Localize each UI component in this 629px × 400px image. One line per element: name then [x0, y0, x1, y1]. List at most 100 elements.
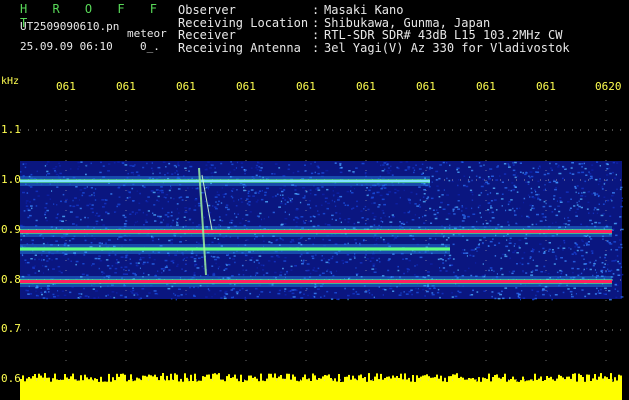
signal-level-spike	[98, 381, 100, 384]
noise-speck	[310, 172, 314, 175]
noise-speck	[467, 215, 470, 218]
noise-speck	[193, 272, 196, 274]
noise-speck	[51, 190, 53, 192]
noise-speck	[380, 187, 383, 190]
noise-speck	[316, 288, 320, 290]
noise-speck	[86, 204, 90, 207]
noise-speck	[307, 203, 310, 206]
noise-speck	[279, 271, 283, 273]
noise-speck	[478, 194, 481, 196]
noise-speck	[347, 218, 351, 220]
noise-speck	[283, 189, 286, 191]
noise-speck	[431, 175, 434, 178]
noise-speck	[185, 196, 189, 198]
noise-speck	[416, 264, 419, 266]
noise-speck	[235, 291, 239, 293]
noise-speck	[220, 162, 223, 165]
noise-speck	[270, 242, 273, 244]
noise-speck	[409, 210, 411, 213]
noise-speck	[606, 263, 609, 266]
noise-speck	[512, 270, 515, 273]
noise-speck	[492, 187, 496, 189]
noise-speck	[371, 268, 375, 270]
noise-speck	[139, 257, 142, 259]
noise-speck	[512, 251, 515, 254]
freq-tick-label: 0.9	[1, 223, 21, 236]
noise-speck	[383, 203, 386, 206]
noise-speck	[430, 222, 433, 224]
noise-speck	[151, 162, 153, 164]
noise-speck	[45, 217, 47, 219]
noise-speck	[148, 254, 151, 256]
noise-speck	[157, 215, 159, 218]
noise-speck	[212, 272, 216, 275]
noise-speck	[300, 287, 303, 289]
noise-speck	[437, 189, 440, 192]
noise-speck	[176, 265, 179, 267]
noise-speck	[418, 204, 421, 206]
signal-level-spike	[362, 378, 364, 384]
noise-speck	[255, 174, 258, 177]
noise-speck	[94, 290, 98, 292]
noise-speck	[276, 239, 279, 241]
noise-speck	[493, 199, 497, 201]
signal-level-spike	[260, 373, 262, 384]
noise-speck	[106, 265, 110, 267]
noise-speck	[279, 237, 282, 239]
noise-speck	[575, 191, 577, 194]
noise-speck	[439, 267, 441, 269]
carrier-band	[20, 280, 612, 283]
signal-level-spike	[226, 376, 228, 384]
noise-speck	[527, 262, 530, 265]
signal-level-spike	[286, 373, 288, 384]
signal-level-spike	[318, 378, 320, 384]
noise-speck	[35, 219, 38, 222]
noise-speck	[523, 201, 525, 204]
noise-speck	[209, 211, 212, 214]
noise-speck	[151, 263, 155, 265]
noise-speck	[488, 269, 490, 272]
signal-level-spike	[556, 378, 558, 384]
noise-speck	[184, 270, 187, 272]
noise-speck	[187, 187, 189, 189]
noise-speck	[325, 169, 329, 172]
signal-level-spike	[242, 382, 244, 384]
noise-speck	[223, 196, 225, 198]
noise-speck	[611, 260, 613, 262]
noise-speck	[539, 199, 542, 201]
noise-speck	[461, 210, 463, 212]
noise-speck	[479, 165, 483, 167]
noise-speck	[588, 212, 590, 214]
noise-speck	[519, 296, 521, 299]
noise-speck	[352, 171, 355, 173]
noise-speck	[523, 251, 526, 254]
signal-level-spike	[480, 381, 482, 384]
noise-speck	[544, 271, 547, 273]
noise-speck	[537, 180, 540, 183]
noise-speck	[503, 173, 507, 175]
noise-speck	[465, 252, 469, 254]
noise-speck	[115, 262, 118, 264]
noise-speck	[153, 204, 156, 206]
noise-speck	[355, 242, 357, 244]
noise-speck	[164, 266, 168, 268]
noise-speck	[508, 242, 512, 244]
signal-level-spike	[342, 381, 344, 384]
noise-speck	[596, 271, 598, 274]
noise-speck	[414, 287, 417, 290]
noise-speck	[576, 268, 580, 270]
noise-speck	[166, 172, 169, 174]
noise-speck	[241, 287, 244, 290]
noise-speck	[292, 296, 296, 298]
noise-speck	[327, 259, 331, 261]
noise-speck	[177, 161, 179, 164]
noise-speck	[46, 161, 50, 163]
noise-speck	[565, 223, 567, 225]
noise-speck	[260, 291, 264, 293]
noise-speck	[380, 217, 382, 219]
noise-speck	[83, 254, 86, 256]
noise-speck	[472, 249, 475, 251]
noise-speck	[527, 181, 530, 183]
noise-speck	[514, 214, 517, 216]
noise-speck	[289, 199, 292, 202]
